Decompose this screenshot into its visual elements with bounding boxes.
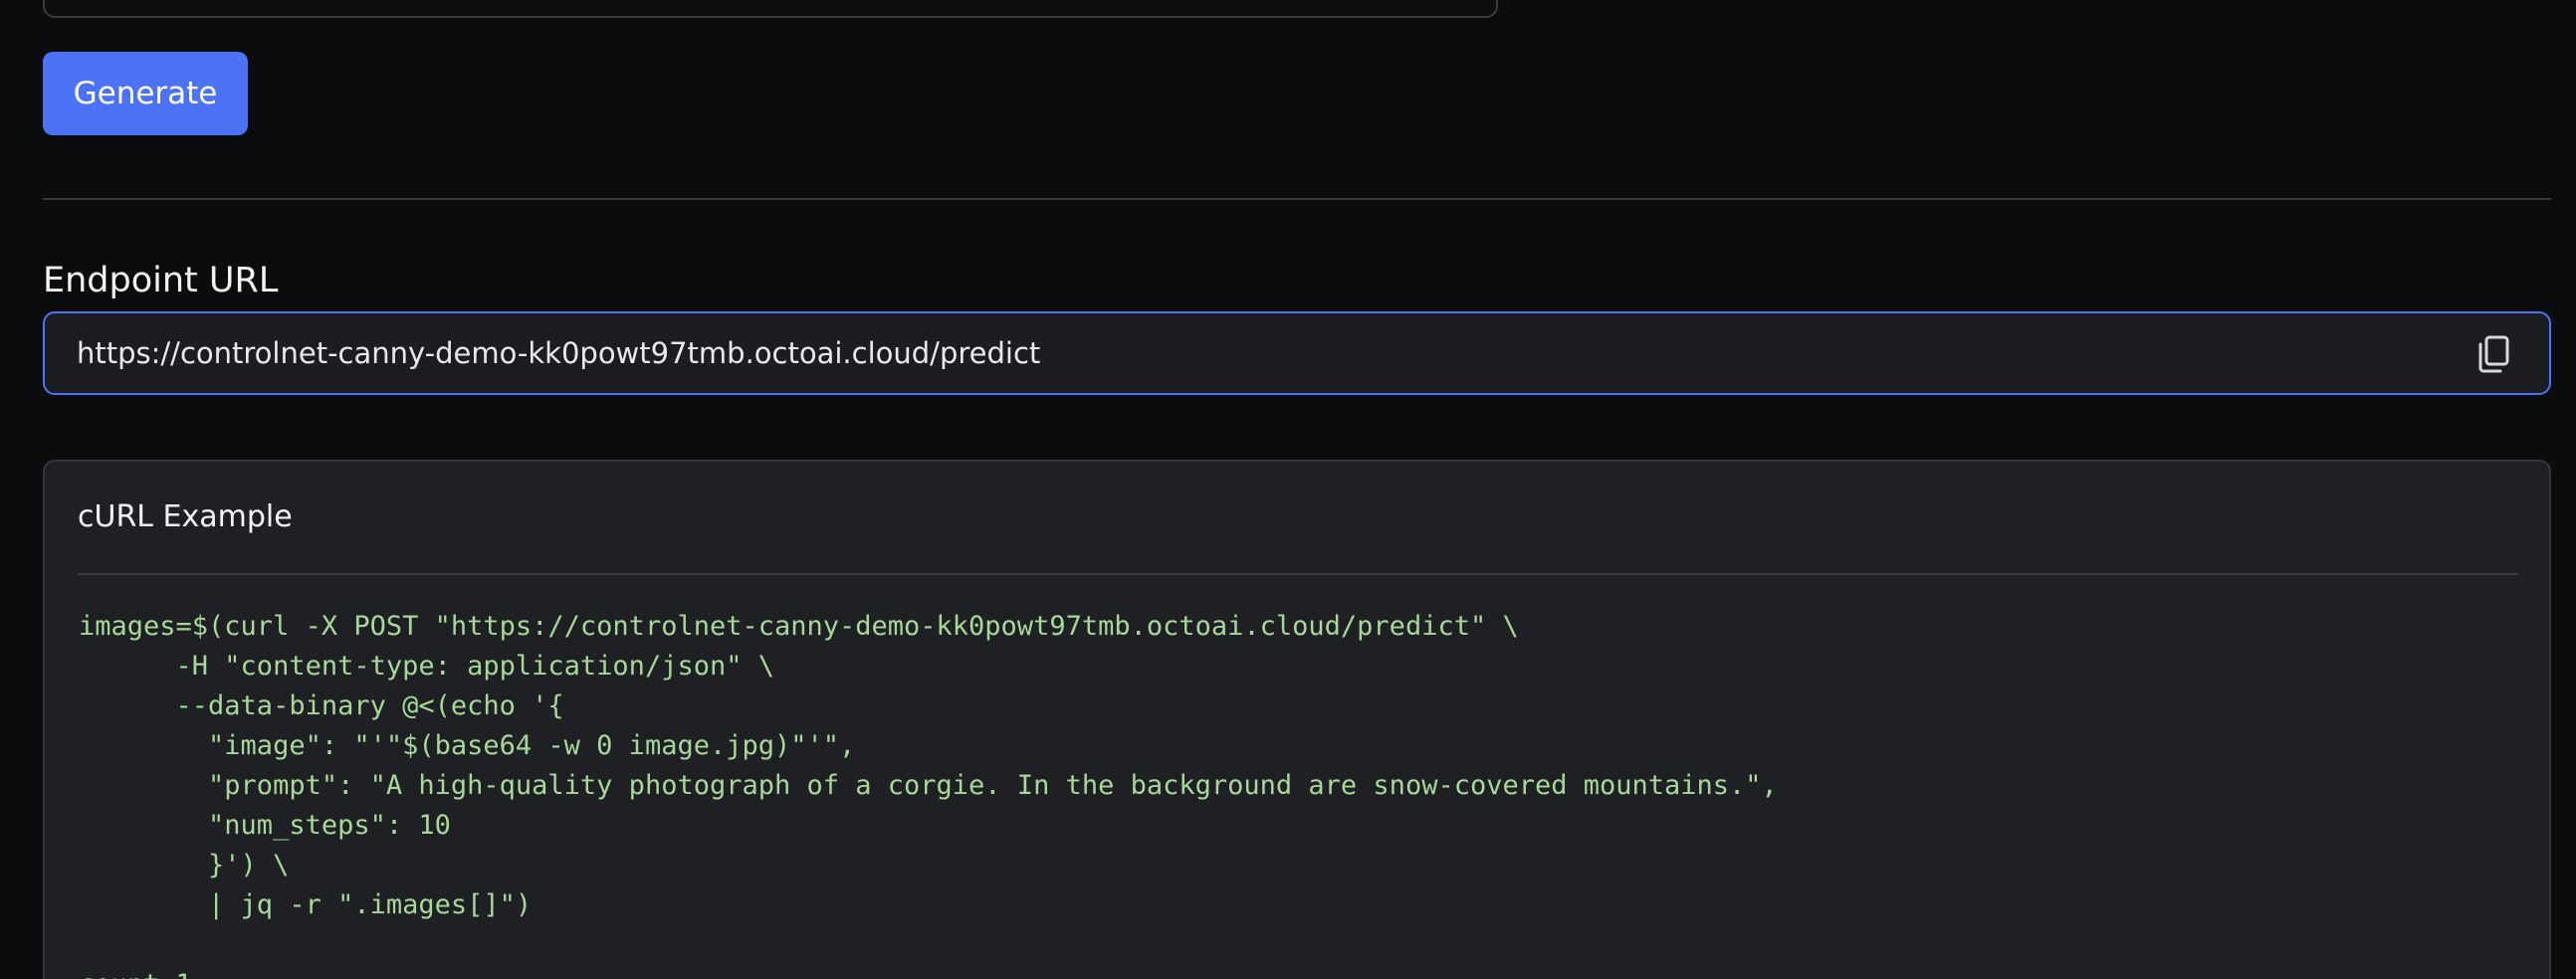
- curl-example-card: cURL Example images=$(curl -X POST "http…: [43, 460, 2551, 979]
- code-card-divider: [78, 573, 2518, 575]
- code-block[interactable]: images=$(curl -X POST "https://controlne…: [79, 607, 1778, 979]
- code-line: "image": "'"$(base64 -w 0 image.jpg)"'",: [79, 730, 856, 761]
- prompt-input[interactable]: [43, 0, 1498, 18]
- code-line: images=$(curl -X POST "https://controlne…: [79, 611, 1519, 642]
- code-line: }') \: [79, 850, 290, 881]
- code-line: --data-binary @<(echo '{: [79, 690, 564, 721]
- code-line: "num_steps": 10: [79, 810, 451, 841]
- section-divider: [43, 198, 2551, 200]
- generate-button[interactable]: Generate: [43, 52, 248, 135]
- code-line: | jq -r ".images[]"): [79, 889, 533, 920]
- curl-example-title: cURL Example: [78, 499, 293, 534]
- code-line: "prompt": "A high-quality photograph of …: [79, 770, 1778, 801]
- endpoint-url-label: Endpoint URL: [43, 261, 279, 300]
- copy-icon[interactable]: [2473, 334, 2513, 374]
- code-line: -H "content-type: application/json" \: [79, 651, 774, 682]
- endpoint-url-value[interactable]: https://controlnet-canny-demo-kk0powt97t…: [77, 336, 1040, 370]
- page: Generate Endpoint URL https://controlnet…: [0, 0, 2576, 979]
- copy-icon-glyph: [2478, 335, 2509, 373]
- code-line: count=1: [79, 969, 192, 979]
- endpoint-url-field[interactable]: https://controlnet-canny-demo-kk0powt97t…: [43, 311, 2551, 395]
